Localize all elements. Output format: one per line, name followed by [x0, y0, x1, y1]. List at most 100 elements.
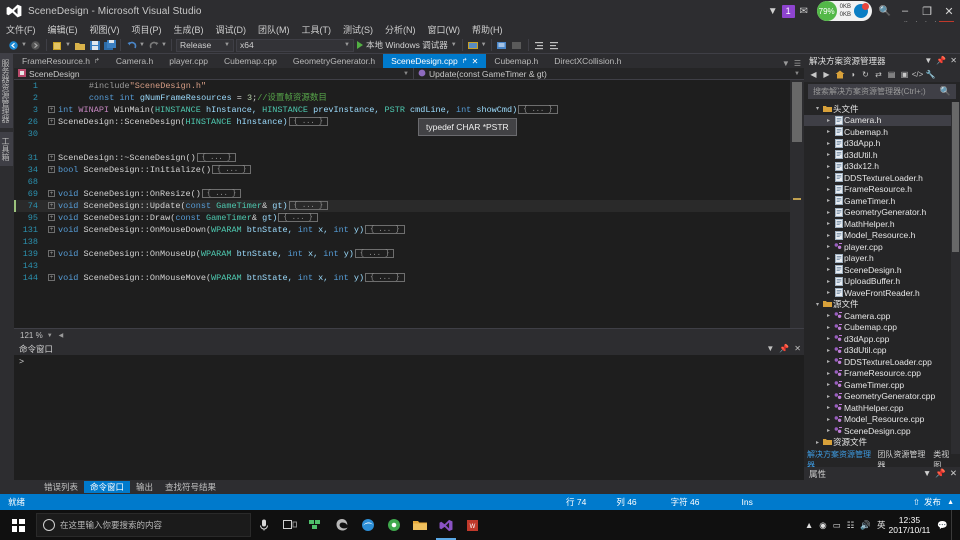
microphone-icon[interactable]	[251, 510, 277, 540]
pin-icon[interactable]: 📌	[936, 56, 946, 65]
code-line-text[interactable]: + void SceneDesign::OnResize(){ ... }	[46, 188, 242, 200]
search-icon[interactable]: 🔍	[940, 86, 951, 97]
pin-icon[interactable]: 📌	[935, 468, 946, 479]
code-line[interactable]: 74 + void SceneDesign::Update(const GameTi…	[14, 200, 790, 212]
bottom-tab-命令窗口[interactable]: 命令窗口	[84, 481, 131, 493]
code-line-text[interactable]: + void SceneDesign::Update(const GameTime…	[46, 200, 329, 212]
chevron-down-icon[interactable]: ▾	[813, 301, 822, 308]
tree-item-Camera.cpp[interactable]: ▸ Camera.cpp	[804, 310, 960, 322]
chevron-right-icon[interactable]: ▸	[824, 186, 833, 193]
tree-item-Cubemap.h[interactable]: ▸ Cubemap.h	[804, 126, 960, 138]
menu-project[interactable]: 项目(P)	[126, 23, 168, 36]
show-desktop-button[interactable]	[951, 510, 956, 540]
tree-item-SceneDesign.cpp[interactable]: ▸ SceneDesign.cpp	[804, 425, 960, 437]
tray-expand-icon[interactable]: ▲	[805, 520, 813, 530]
solution-explorer-scrollbar[interactable]	[951, 102, 960, 454]
code-line[interactable]: 34 + bool SceneDesign::Initialize(){ ... }	[14, 164, 790, 176]
home-icon[interactable]	[833, 68, 846, 81]
minimize-button[interactable]: –	[894, 0, 916, 22]
attach-dropdown-icon[interactable]: ▼	[481, 42, 488, 48]
scrollbar-thumb[interactable]	[792, 82, 802, 142]
save-icon[interactable]	[87, 38, 102, 53]
outdent-icon[interactable]	[547, 38, 562, 53]
collapsed-block-placeholder[interactable]: { ... }	[365, 225, 405, 235]
outline-expand-icon[interactable]: +	[48, 250, 55, 258]
action-center-icon[interactable]: 💬	[937, 520, 948, 531]
tree-item-MathHelper.h[interactable]: ▸ MathHelper.h	[804, 218, 960, 230]
menu-test[interactable]: 测试(S)	[337, 23, 379, 36]
new-project-icon[interactable]	[50, 38, 65, 53]
pin-icon[interactable]: ↱	[462, 57, 468, 65]
tree-item-MathHelper.cpp[interactable]: ▸ MathHelper.cpp	[804, 402, 960, 414]
pending-changes-icon[interactable]: ◑	[846, 68, 859, 81]
tree-item--[interactable]: ▾ 源文件	[804, 299, 960, 311]
editor-tab-geometrygenerator-h[interactable]: GeometryGenerator.h	[284, 54, 384, 68]
chevron-right-icon[interactable]: ▸	[824, 427, 833, 434]
editor-tab-cubemap-h[interactable]: Cubemap.h	[486, 54, 547, 68]
taskbar-app-pdf-icon[interactable]: W	[459, 510, 485, 540]
properties-window-icon[interactable]: ▣	[898, 68, 911, 81]
tree-item-d3dx12.h[interactable]: ▸ d3dx12.h	[804, 161, 960, 173]
save-all-icon[interactable]	[102, 38, 117, 53]
publish-icon[interactable]: ⇧	[913, 497, 920, 508]
menu-analyze[interactable]: 分析(N)	[379, 23, 422, 36]
tree-item-UploadBuffer.h[interactable]: ▸ UploadBuffer.h	[804, 276, 960, 288]
tree-item--[interactable]: ▸ 资源文件	[804, 437, 960, 449]
quick-launch-search-icon[interactable]: 🔍	[876, 2, 894, 20]
outline-expand-icon[interactable]: +	[48, 202, 55, 210]
taskbar-app-explorer-icon[interactable]	[407, 510, 433, 540]
menu-debug[interactable]: 调试(D)	[210, 23, 253, 36]
forward-icon[interactable]: ▶	[820, 68, 833, 81]
taskbar-app-visual-studio-icon[interactable]	[433, 510, 459, 540]
code-line-text[interactable]: + void SceneDesign::Draw(const GameTimer&…	[46, 212, 318, 224]
tree-item-Model_Resource.h[interactable]: ▸ Model_Resource.h	[804, 230, 960, 242]
indent-icon[interactable]	[532, 38, 547, 53]
bottom-tab-输出[interactable]: 输出	[130, 481, 159, 493]
taskbar-app-edge-legacy-icon[interactable]	[329, 510, 355, 540]
code-line[interactable]: 139 + void SceneDesign::OnMouseUp(WPARAM b…	[14, 248, 790, 260]
chevron-right-icon[interactable]: ▸	[824, 381, 833, 388]
chevron-up-icon[interactable]: ▲	[947, 499, 954, 506]
tree-item-GeometryGenerator.h[interactable]: ▸ GeometryGenerator.h	[804, 207, 960, 219]
tree-item-d3dUtil.cpp[interactable]: ▸ d3dUtil.cpp	[804, 345, 960, 357]
start-button[interactable]	[0, 510, 36, 540]
code-line[interactable]	[14, 140, 790, 152]
taskbar-clock[interactable]: 12:35 2017/10/11	[888, 515, 930, 535]
outline-expand-icon[interactable]: +	[48, 106, 55, 114]
tray-network-icon[interactable]: ☷	[847, 520, 855, 531]
editor-vertical-scrollbar[interactable]	[790, 80, 804, 328]
code-line-text[interactable]: + void SceneDesign::OnMouseDown(WPARAM bt…	[46, 224, 405, 236]
menu-view[interactable]: 视图(V)	[84, 23, 126, 36]
collapsed-block-placeholder[interactable]: { ... }	[278, 213, 318, 223]
pin-icon[interactable]: ↱	[94, 57, 100, 65]
tree-item-Cubemap.cpp[interactable]: ▸ Cubemap.cpp	[804, 322, 960, 334]
chevron-right-icon[interactable]: ▸	[824, 163, 833, 170]
notification-count-badge[interactable]: 1	[781, 4, 795, 18]
editor-tab-frameresource-h[interactable]: FrameResource.h ↱	[14, 54, 108, 68]
menu-window[interactable]: 窗口(W)	[422, 23, 467, 36]
chevron-right-icon[interactable]: ▸	[824, 209, 833, 216]
outline-expand-icon[interactable]: +	[48, 154, 55, 162]
notifications-flag-icon[interactable]: ▼	[764, 2, 782, 20]
collapsed-block-placeholder[interactable]: { ... }	[518, 105, 558, 115]
tree-item-GameTimer.h[interactable]: ▸ GameTimer.h	[804, 195, 960, 207]
chevron-down-icon[interactable]: ▼	[766, 344, 774, 353]
code-line[interactable]: 131 + void SceneDesign::OnMouseDown(WPARAM…	[14, 224, 790, 236]
start-debugging-button[interactable]: 本地 Windows 调试器 ▼	[355, 39, 459, 51]
close-icon[interactable]: ✕	[950, 56, 957, 65]
refresh-icon[interactable]: ↻	[859, 68, 872, 81]
code-line-text[interactable]: + void SceneDesign::OnMouseUp(WPARAM btnS…	[46, 248, 395, 260]
taskbar-search-box[interactable]: 在这里输入你要搜索的内容	[36, 513, 251, 537]
task-view-icon[interactable]	[277, 510, 303, 540]
chevron-right-icon[interactable]: ▸	[824, 266, 833, 273]
performance-indicator[interactable]: 79% 0KB 0KB	[816, 1, 872, 21]
tray-ime-indicator[interactable]: 英	[877, 519, 886, 531]
chevron-right-icon[interactable]: ▸	[824, 117, 833, 124]
collapsed-block-placeholder[interactable]: { ... }	[288, 201, 329, 211]
tree-item-SceneDesign.h[interactable]: ▸ SceneDesign.h	[804, 264, 960, 276]
chevron-right-icon[interactable]: ▸	[824, 140, 833, 147]
tree-item-player.cpp[interactable]: ▸ player.cpp	[804, 241, 960, 253]
open-file-icon[interactable]	[72, 38, 87, 53]
attach-process-icon[interactable]	[466, 38, 481, 53]
code-text[interactable]: 1 #include"SceneDesign.h" 2 const int gNu…	[14, 80, 790, 328]
